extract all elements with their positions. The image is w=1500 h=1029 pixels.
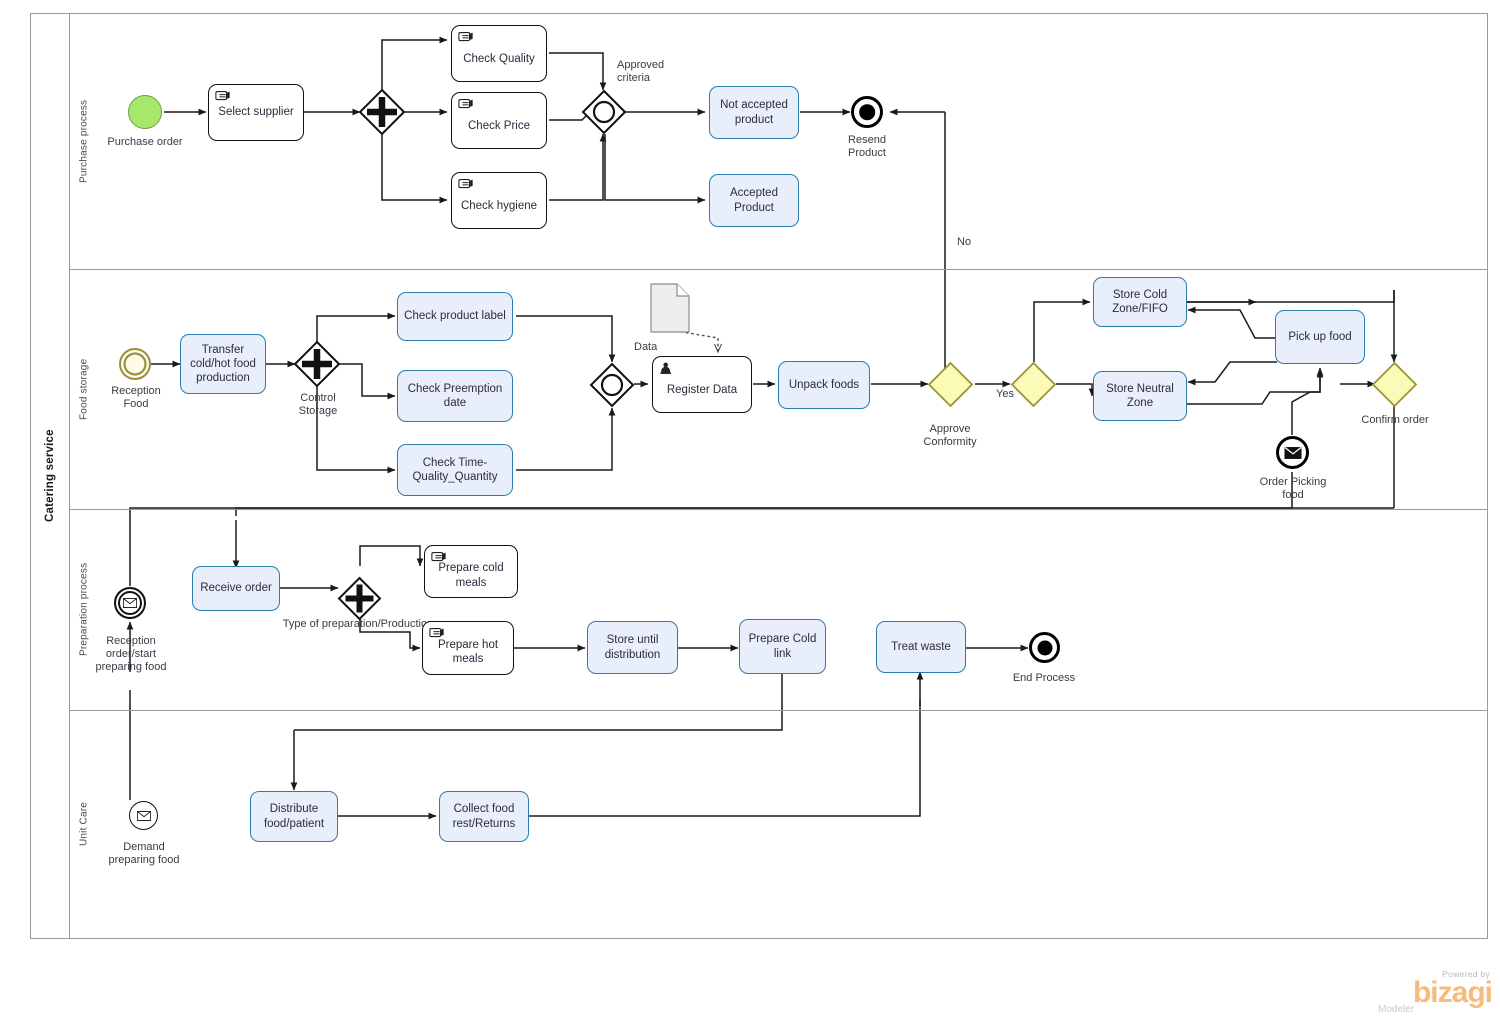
- bizagi-logo: Powered by bizagi Modeler: [1374, 969, 1493, 1016]
- task-distribute-food-patient[interactable]: Distribute food/patient: [250, 791, 338, 842]
- start-event-purchase-order-label: Purchase order: [107, 136, 183, 148]
- task-label: Store Cold Zone/FIFO: [1112, 288, 1168, 315]
- task-label: Store Neutral Zone: [1106, 382, 1174, 409]
- envelope-icon: [136, 810, 151, 821]
- task-pick-up-food[interactable]: Pick up food: [1275, 310, 1365, 364]
- task-label: Not accepted product: [720, 99, 788, 126]
- task-transfer-cold-hot-food-production[interactable]: Transfer cold/hot food production: [180, 334, 266, 394]
- gateway-approved-criteria-label: Approved criteria: [617, 59, 665, 85]
- data-object-label: Data: [634, 341, 658, 353]
- task-label: Check Quality: [463, 53, 535, 66]
- task-label: Unpack foods: [788, 378, 860, 391]
- task-prepare-hot-meals[interactable]: Prepare hot meals: [422, 621, 514, 675]
- envelope-icon: [123, 598, 137, 608]
- gateway-control-storage-label: Control Storage: [298, 392, 338, 418]
- lane-separator-2: [69, 509, 1488, 510]
- task-label: Pick up food: [1288, 330, 1352, 343]
- task-accepted-product[interactable]: Accepted Product: [709, 174, 799, 227]
- task-label: Check hygiene: [460, 200, 538, 213]
- intermediate-event-order-picking-food-label: Order Picking food: [1259, 476, 1327, 502]
- task-store-until-distribution[interactable]: Store until distribution: [587, 621, 678, 674]
- bpmn-diagram-canvas: Catering service Purchase process Food s…: [0, 0, 1500, 1029]
- task-treat-waste[interactable]: Treat waste: [876, 621, 966, 673]
- task-label: Transfer cold/hot food production: [190, 343, 256, 384]
- gateway-approve-conformity-label: Approve Conformity: [923, 423, 977, 449]
- end-event-end-process-label: End Process: [1012, 672, 1076, 684]
- task-label: Prepare cold meals: [438, 562, 504, 589]
- bizagi-wordmark: bizagi: [1412, 975, 1493, 1009]
- gateway-complex-approved-criteria[interactable]: [581, 89, 627, 135]
- task-not-accepted-product[interactable]: Not accepted product: [709, 86, 799, 139]
- task-register-data[interactable]: Register Data: [652, 356, 752, 413]
- task-label: Register Data: [666, 384, 738, 397]
- end-event-resend-product[interactable]: [851, 96, 883, 128]
- task-label: Check Time- Quality_Quantity: [412, 456, 498, 483]
- gateway-parallel-type-of-preparation[interactable]: [337, 576, 382, 621]
- task-store-cold-zone-fifo[interactable]: Store Cold Zone/FIFO: [1093, 277, 1187, 327]
- task-label: Distribute food/patient: [263, 803, 325, 830]
- task-label: Accepted Product: [730, 187, 778, 214]
- gateway-confirm-order[interactable]: [1371, 361, 1418, 408]
- task-label: Check product label: [404, 310, 506, 323]
- task-check-quality[interactable]: Check Quality: [451, 25, 547, 82]
- task-unpack-foods[interactable]: Unpack foods: [778, 361, 870, 409]
- start-event-demand-preparing-food[interactable]: [129, 801, 158, 830]
- intermediate-event-reception-order[interactable]: [114, 587, 146, 619]
- lane-separator-3: [69, 710, 1488, 711]
- task-check-preemption-date[interactable]: Check Preemption date: [397, 370, 513, 422]
- task-prepare-cold-meals[interactable]: Prepare cold meals: [424, 545, 518, 598]
- intermediate-event-reception-food-label: Reception Food: [111, 385, 161, 411]
- manual-task-icon: [458, 32, 473, 42]
- gateway-approve-conformity[interactable]: [927, 361, 974, 408]
- lane-separator-1: [69, 269, 1488, 270]
- task-check-time-quality-quantity[interactable]: Check Time- Quality_Quantity: [397, 444, 513, 496]
- flow-label-yes: Yes: [996, 388, 1014, 400]
- task-label: Check Price: [468, 120, 530, 133]
- end-event-resend-product-label: Resend Product: [848, 134, 886, 160]
- start-event-demand-preparing-food-label: Demand preparing food: [108, 841, 180, 867]
- gateway-parallel-control-storage[interactable]: [293, 340, 341, 388]
- manual-task-icon: [458, 179, 473, 189]
- task-label: Collect food rest/Returns: [452, 803, 516, 830]
- task-label: Treat waste: [891, 640, 951, 653]
- user-task-icon: [660, 362, 671, 374]
- gateway-parallel-split-purchase[interactable]: [358, 88, 406, 136]
- task-receive-order[interactable]: Receive order: [192, 566, 280, 611]
- task-label: Store until distribution: [604, 634, 661, 661]
- task-store-neutral-zone[interactable]: Store Neutral Zone: [1093, 371, 1187, 421]
- start-event-purchase-order[interactable]: [128, 95, 162, 129]
- manual-task-icon: [429, 628, 444, 638]
- flow-label-no: No: [957, 236, 972, 248]
- task-label: Select supplier: [218, 106, 294, 119]
- gateway-confirm-order-label: Confirm order: [1361, 414, 1429, 426]
- lane-label-unit-care: Unit Care: [69, 710, 98, 938]
- task-check-hygiene[interactable]: Check hygiene: [451, 172, 547, 229]
- gateway-complex-storage-join[interactable]: [589, 362, 635, 408]
- task-check-product-label[interactable]: Check product label: [397, 292, 513, 341]
- data-object-data: [650, 283, 690, 333]
- manual-task-icon: [458, 99, 473, 109]
- task-label: Receive order: [200, 582, 272, 595]
- task-check-price[interactable]: Check Price: [451, 92, 547, 149]
- manual-task-icon: [431, 552, 446, 562]
- task-select-supplier[interactable]: Select supplier: [208, 84, 304, 141]
- task-label: Prepare Cold link: [748, 633, 817, 660]
- task-prepare-cold-link[interactable]: Prepare Cold link: [739, 619, 826, 674]
- task-label: Prepare hot meals: [437, 638, 499, 665]
- intermediate-event-order-picking-food[interactable]: [1276, 436, 1309, 469]
- task-label: Check Preemption date: [407, 382, 503, 409]
- intermediate-event-reception-food[interactable]: [119, 348, 151, 380]
- intermediate-event-reception-order-label: Reception order/start preparing food: [95, 635, 167, 674]
- envelope-icon: [1284, 446, 1301, 459]
- pool-label: Catering service: [44, 429, 56, 523]
- end-event-end-process[interactable]: [1029, 632, 1060, 663]
- manual-task-icon: [215, 91, 230, 101]
- task-collect-food-rest-returns[interactable]: Collect food rest/Returns: [439, 791, 529, 842]
- lane-label-preparation-process: Preparation process: [69, 509, 98, 710]
